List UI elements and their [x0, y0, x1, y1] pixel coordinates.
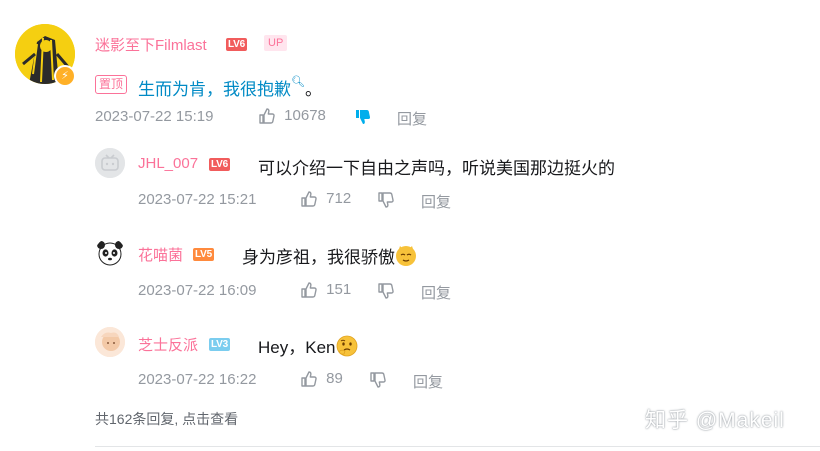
username[interactable]: 迷影至下Filmlast — [95, 34, 207, 55]
timestamp: 2023-07-22 16:22 — [138, 371, 257, 388]
like-button[interactable]: 10678 — [258, 107, 326, 125]
like-count: 89 — [326, 370, 343, 387]
like-button[interactable]: 89 — [300, 370, 343, 388]
level-badge: LV5 — [193, 248, 214, 261]
like-count: 712 — [326, 190, 352, 207]
timestamp: 2023-07-22 16:09 — [138, 282, 257, 299]
reply-username[interactable]: 芝士反派 — [138, 334, 198, 355]
comment-text-tail: 。 — [304, 80, 322, 99]
thinking-emoji-icon — [336, 335, 358, 357]
like-button[interactable]: 712 — [300, 190, 351, 208]
dislike-button[interactable] — [369, 371, 387, 389]
panda-avatar-icon — [97, 241, 123, 266]
thumbs-down-icon — [378, 192, 394, 208]
up-tag: UP — [264, 35, 288, 51]
divider — [95, 446, 820, 447]
thumbs-up-icon — [259, 108, 275, 124]
dislike-button[interactable] — [377, 282, 395, 300]
level-badge: LV3 — [209, 338, 230, 351]
thumbs-up-icon — [301, 371, 317, 387]
view-more-replies-link[interactable]: 共162条回复, 点击查看 — [95, 409, 238, 429]
search-link[interactable]: 生而为肯，我很抱歉 — [138, 80, 291, 99]
reply-button[interactable]: 回复 — [421, 191, 451, 212]
like-count: 10678 — [284, 107, 326, 124]
reply-avatar[interactable] — [95, 327, 125, 357]
reply-text-body: Hey，Ken — [258, 338, 336, 357]
search-icon[interactable]: 🔍︎ — [291, 76, 305, 88]
reply-button[interactable]: 回复 — [397, 108, 427, 129]
lightning-badge-icon: ⚡ — [54, 65, 76, 87]
reply-button[interactable]: 回复 — [421, 282, 451, 303]
default-tv-avatar-icon — [95, 148, 125, 178]
reply-text: 可以介绍一下自由之声吗，听说美国那边挺火的 — [258, 159, 615, 178]
like-count: 151 — [326, 281, 352, 298]
timestamp: 2023-07-22 15:19 — [95, 108, 214, 125]
reply-username[interactable]: JHL_007 — [138, 155, 198, 172]
reply-username[interactable]: 花喵菌 — [138, 244, 183, 265]
reply-text: 身为彦祖，我很骄傲 — [242, 243, 416, 268]
thumbs-up-icon — [301, 191, 317, 207]
comment-text: 生而为肯，我很抱歉🔍︎。 — [138, 75, 322, 100]
level-badge: LV6 — [209, 158, 230, 171]
timestamp: 2023-07-22 15:21 — [138, 191, 257, 208]
reply-text: Hey，Ken — [258, 333, 358, 358]
dislike-button[interactable] — [377, 191, 395, 209]
like-button[interactable]: 151 — [300, 281, 351, 299]
watermark: 知乎 @Makeil — [645, 409, 785, 432]
thumbs-up-icon — [301, 282, 317, 298]
pinned-tag: 置顶 — [95, 75, 128, 94]
reply-avatar[interactable] — [95, 148, 125, 178]
level-badge: LV6 — [226, 38, 247, 51]
proud-cat-emoji-icon — [396, 246, 416, 266]
reply-button[interactable]: 回复 — [413, 371, 443, 392]
dislike-button[interactable] — [354, 108, 372, 126]
thumbs-down-active-icon — [356, 110, 371, 124]
thumbs-down-icon — [378, 283, 394, 299]
cartoon-avatar-icon — [95, 327, 125, 357]
reply-text-body: 身为彦祖，我很骄傲 — [242, 248, 395, 267]
thumbs-down-icon — [370, 372, 386, 388]
reply-avatar[interactable] — [95, 238, 125, 268]
